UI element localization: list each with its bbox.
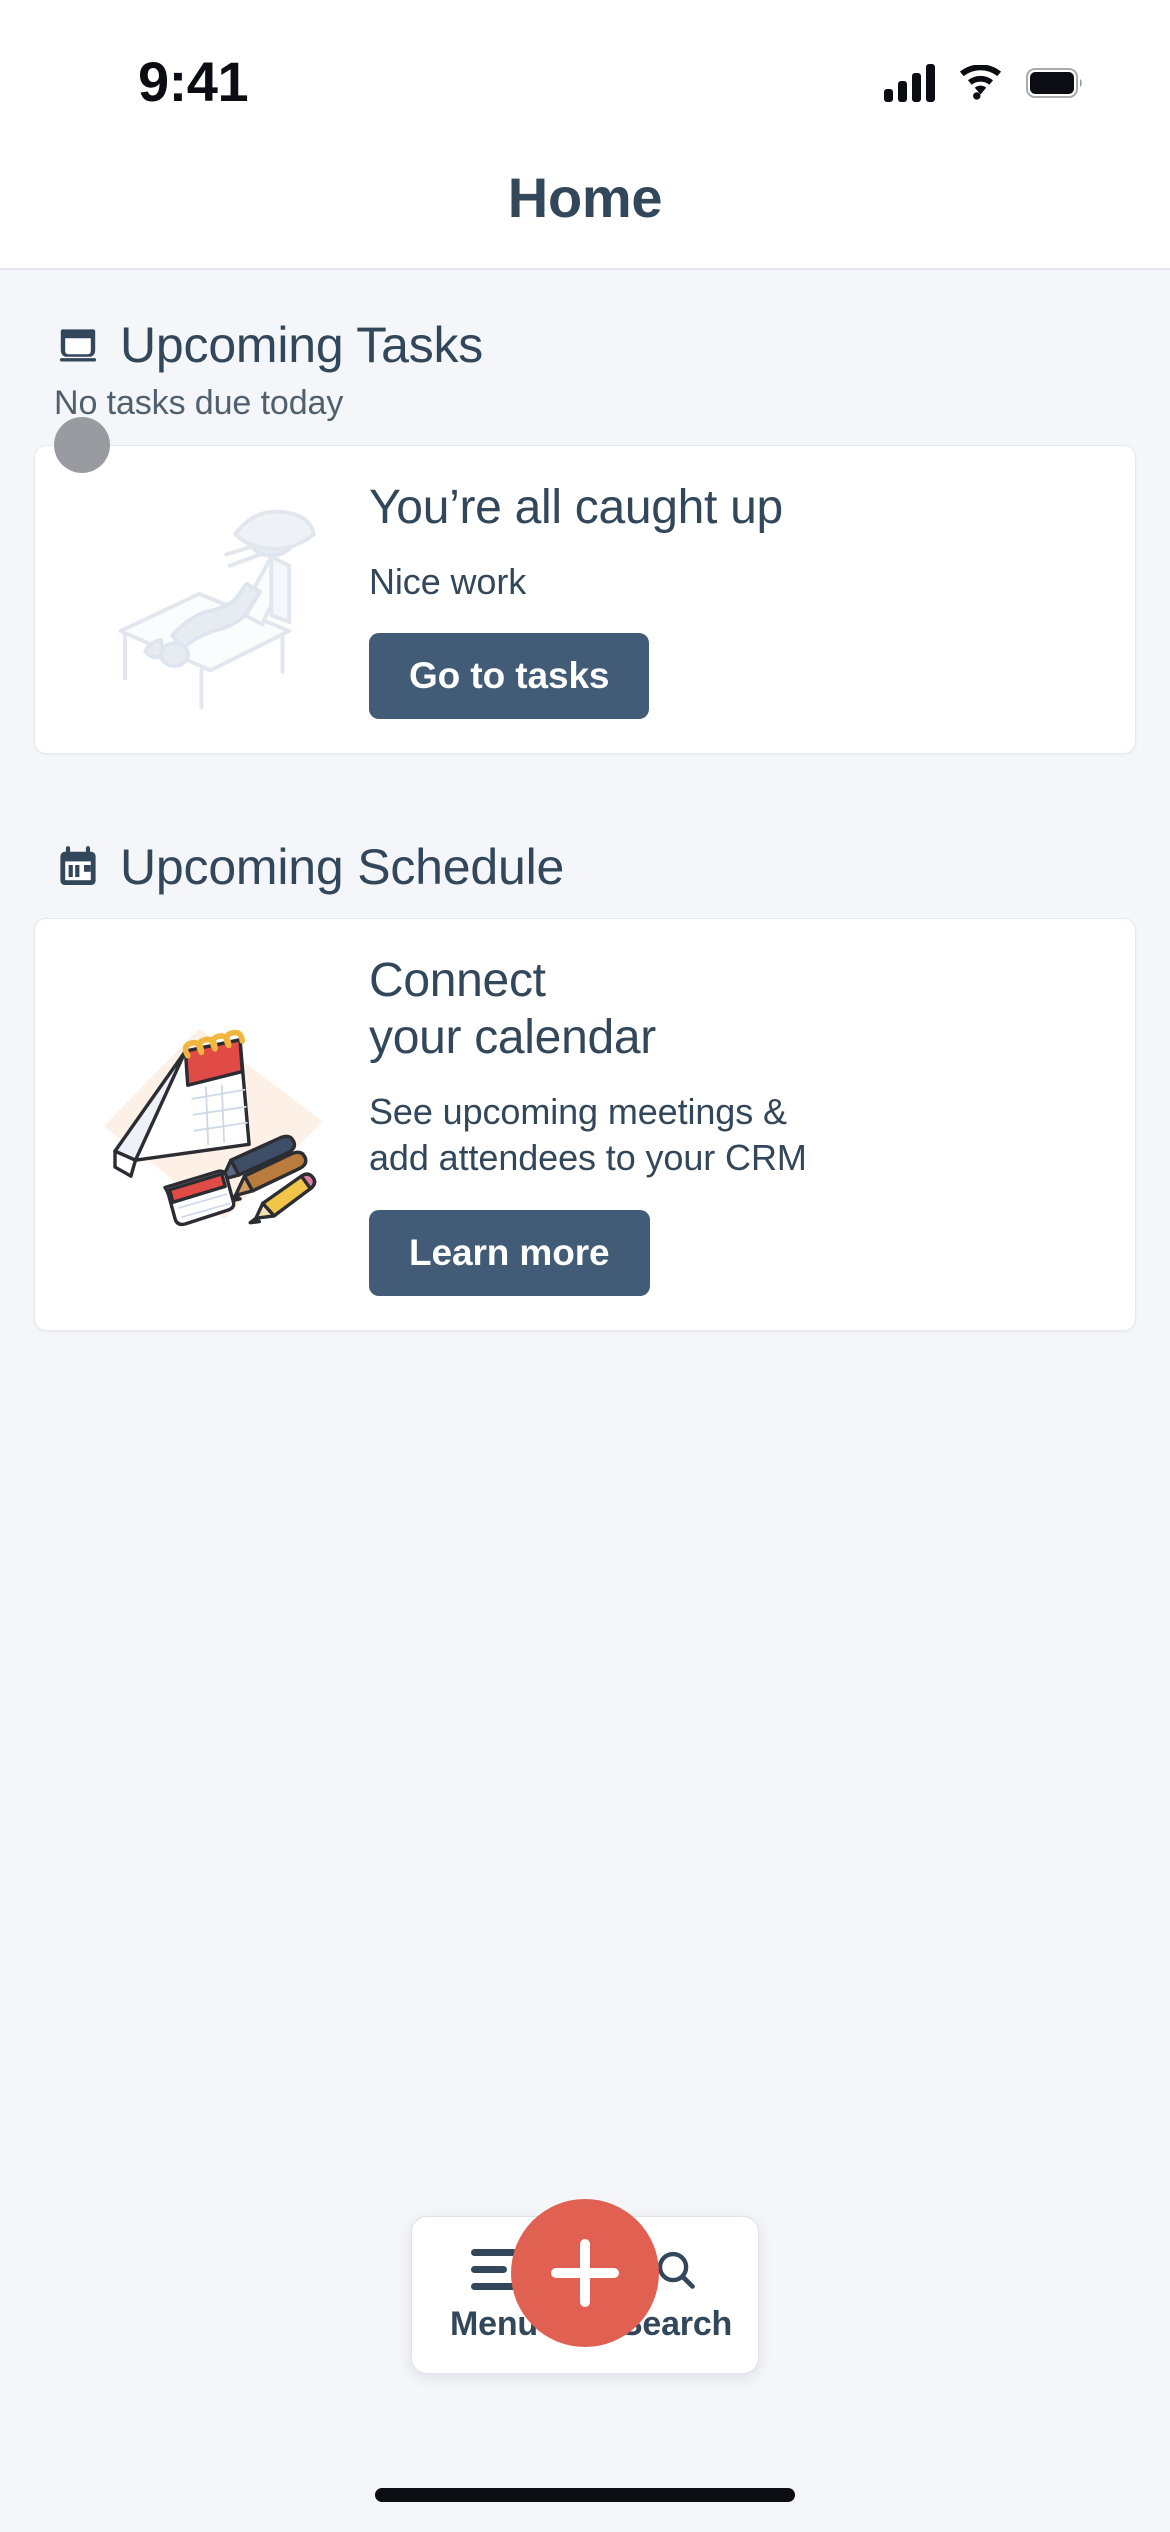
nav-header: Home — [0, 145, 1170, 270]
section-header-upcoming-tasks: Upcoming Tasks — [34, 270, 1136, 374]
bottom-tab-bar: Menu Search — [411, 2199, 759, 2374]
status-bar-time: 9:41 — [138, 50, 249, 113]
create-button[interactable] — [511, 2199, 659, 2347]
card-subtitle: See upcoming meetings & add attendees to… — [369, 1090, 807, 1179]
upcoming-tasks-card: You’re all caught up Nice work Go to tas… — [34, 445, 1136, 755]
main-content: Upcoming Tasks No tasks due today You’re… — [0, 270, 1170, 2202]
card-title: Connect your calendar — [369, 954, 656, 1065]
card-title: You’re all caught up — [369, 481, 783, 534]
tasks-icon — [59, 329, 97, 362]
desk-calendar-pens-pencil-illustration — [65, 1017, 365, 1233]
page-title: Home — [507, 166, 663, 229]
section-header-upcoming-schedule: Upcoming Schedule — [34, 792, 1136, 896]
cellular-signal-icon — [884, 63, 935, 102]
upcoming-schedule-card: Connect your calendar See upcoming meeti… — [34, 918, 1136, 1332]
go-to-tasks-button[interactable]: Go to tasks — [369, 633, 650, 720]
schedule-card-wrapper: Connect your calendar See upcoming meeti… — [34, 918, 1136, 1332]
section-title: Upcoming Schedule — [120, 839, 565, 896]
card-subtitle: Nice work — [369, 560, 527, 602]
status-bar-icons — [884, 63, 1084, 102]
upcoming-tasks-card-body: You’re all caught up Nice work Go to tas… — [365, 480, 1105, 720]
section-subtitle: No tasks due today — [54, 384, 344, 422]
section-title: Upcoming Tasks — [120, 317, 484, 373]
person-relaxing-lounge-chair-illustration — [65, 487, 365, 712]
tasks-card-wrapper: You’re all caught up Nice work Go to tas… — [34, 417, 1136, 755]
search-icon — [654, 2247, 698, 2293]
battery-full-icon — [1026, 67, 1082, 98]
upcoming-schedule-card-body: Connect your calendar See upcoming meeti… — [365, 953, 1105, 1297]
bottom-nav-area: Menu Search — [0, 2199, 1170, 2532]
wifi-icon — [959, 64, 1002, 100]
avatar[interactable] — [54, 417, 110, 473]
calendar-icon — [60, 846, 96, 886]
phone-screen: 9:41 Home Upcoming Tasks No tasks due to… — [0, 0, 1170, 2532]
learn-more-button[interactable]: Learn more — [369, 1210, 650, 1297]
status-bar: 9:41 — [0, 0, 1170, 145]
home-indicator[interactable] — [375, 2488, 795, 2502]
